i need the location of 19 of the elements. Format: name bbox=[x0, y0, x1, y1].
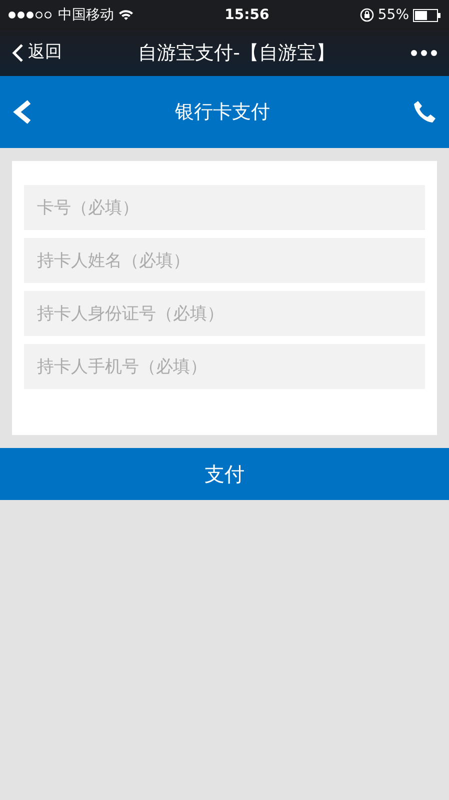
pay-button[interactable]: 支付 bbox=[0, 448, 449, 500]
phone-icon[interactable] bbox=[413, 100, 437, 124]
more-icon[interactable] bbox=[411, 50, 437, 56]
wifi-icon bbox=[118, 9, 134, 21]
chevron-icon bbox=[12, 43, 24, 63]
header-title: 银行卡支付 bbox=[175, 100, 270, 123]
input-field[interactable]: 卡号（必填） bbox=[24, 185, 425, 230]
input-field[interactable]: 持卡人姓名（必填） bbox=[24, 238, 425, 283]
battery-icon bbox=[413, 8, 441, 22]
signal-icon bbox=[8, 11, 54, 19]
back-icon[interactable] bbox=[12, 99, 32, 125]
carrier-name: 中国移动 bbox=[58, 6, 114, 24]
status-time: 15:56 bbox=[224, 6, 270, 22]
back-button[interactable]: 返回 bbox=[12, 40, 62, 66]
input-field[interactable]: 持卡人身份证号（必填） bbox=[24, 291, 425, 336]
page-title: 自游宝支付-【自游宝】 bbox=[138, 42, 335, 64]
battery-percent: 55% bbox=[378, 6, 409, 24]
input-field[interactable]: 持卡人手机号（必填） bbox=[24, 344, 425, 389]
rotation-lock-icon bbox=[360, 8, 374, 22]
